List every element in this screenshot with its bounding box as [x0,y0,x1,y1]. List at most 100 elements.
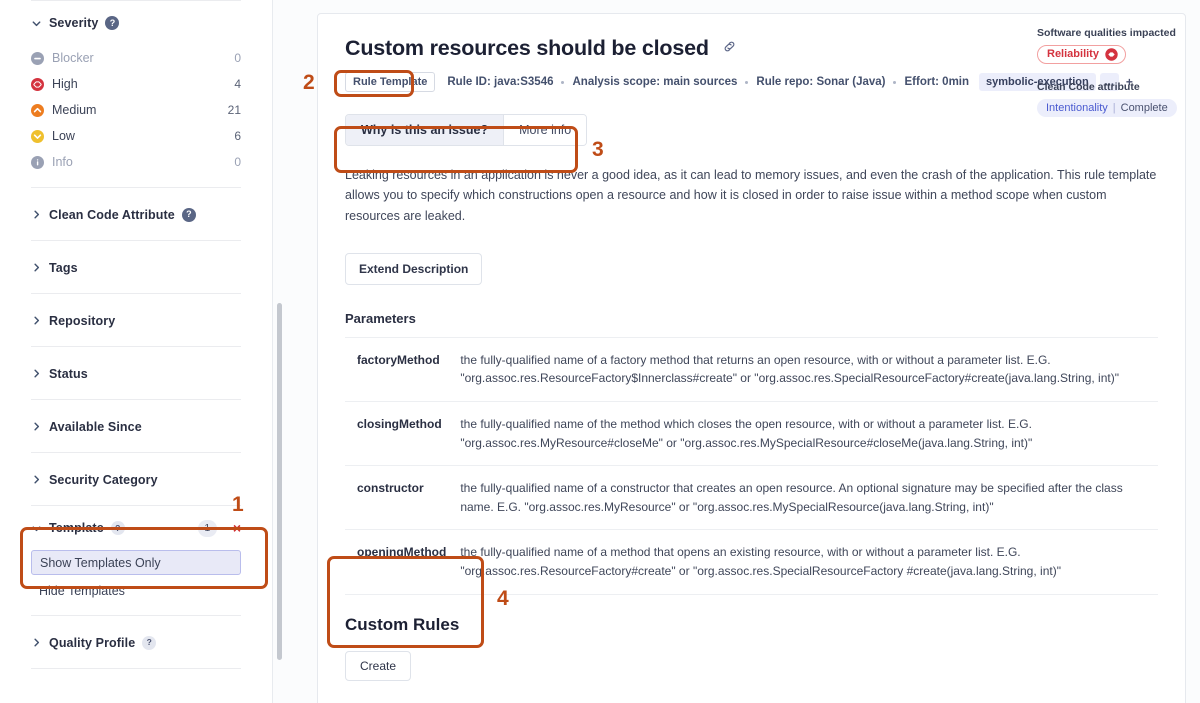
severity-info-count: 0 [234,155,241,169]
template-option-show-templates-only[interactable]: Show Templates Only [31,550,241,575]
severity-options: Blocker 0 High 4 Medium 21 Low 6 Info 0 [31,45,241,187]
facet-severity: Severity ? Blocker 0 High 4 Medium 21 Lo… [31,0,241,187]
facet-status: Status [31,346,241,399]
chevron-down-icon [31,18,42,29]
facet-clean-code-attribute-label: Clean Code Attribute [49,207,175,222]
help-icon[interactable]: ? [142,635,157,650]
reliability-label: Reliability [1047,48,1099,60]
annotation-number-1: 1 [232,493,244,516]
chevron-right-icon [31,262,42,273]
tab-more-info[interactable]: More info [503,115,587,145]
facet-tags-header[interactable]: Tags [31,241,241,294]
annotation-number-4: 4 [497,587,509,610]
filters-sidebar: Severity ? Blocker 0 High 4 Medium 21 Lo… [0,0,273,703]
chevron-right-icon [31,421,42,432]
sidebar-scrollbar[interactable] [277,303,282,660]
clear-filter-icon[interactable]: × [233,521,241,535]
rules-page: Severity ? Blocker 0 High 4 Medium 21 Lo… [0,0,1200,703]
parameter-key: openingMethod [357,545,447,560]
facet-quality-profile: Quality Profile ? [31,615,241,668]
severity-blocker-icon [31,51,44,65]
chevron-right-icon [31,474,42,485]
severity-high-icon [1105,47,1118,61]
facet-repository-label: Repository [49,313,116,328]
clean-code-separator: | [1112,101,1116,114]
chevron-down-icon [31,523,42,534]
facet-template: Template ? 1 × Show Templates Only Hide … [31,505,241,615]
table-row: openingMethod the fully-qualified name o… [345,529,1158,594]
severity-medium-count: 21 [227,103,241,117]
severity-option-high[interactable]: High 4 [31,71,241,97]
parameter-key: constructor [357,481,424,496]
link-icon[interactable] [722,39,737,59]
parameter-key: factoryMethod [357,352,440,367]
facet-repository-header[interactable]: Repository [31,294,241,347]
facet-list-end-divider [31,668,241,690]
severity-info-icon [31,155,44,169]
rule-id: Rule ID: java:S3546 [447,76,554,88]
facet-security-category-header[interactable]: Security Category [31,453,241,506]
clean-code-primary: Intentionality [1046,101,1108,114]
extend-description-row: Extend Description [345,252,1158,285]
create-button[interactable]: Create [345,650,412,681]
rule-description: Leaking resources in an application is n… [345,168,1157,223]
facet-tags-label: Tags [49,260,78,275]
rule-detail-panel: Software qualities impacted Reliability … [273,0,1200,703]
severity-low-count: 6 [234,129,241,143]
help-icon[interactable]: ? [110,521,125,535]
table-row: factoryMethod the fully-qualified name o… [345,337,1158,401]
clean-code-secondary: Complete [1120,101,1168,114]
clean-code-attribute-badge[interactable]: Intentionality | Complete [1037,98,1177,117]
analysis-scope: Analysis scope: main sources [572,76,738,88]
template-options: Show Templates Only Hide Templates [31,550,241,615]
parameters-heading: Parameters [345,310,416,326]
page-title: Custom resources should be closed [345,36,709,60]
template-option-label: Show Templates Only [40,555,161,570]
severity-option-blocker[interactable]: Blocker 0 [31,45,241,71]
status-badge-reliability[interactable]: Reliability [1037,44,1126,64]
facet-template-count-badge: 1 [197,519,217,537]
facet-severity-header[interactable]: Severity ? [31,1,241,45]
help-icon[interactable]: ? [105,16,120,30]
annotation-number-2: 2 [303,71,315,94]
facet-template-label: Template [49,521,104,535]
severity-high-icon [31,77,44,91]
separator-dot [561,80,565,84]
severity-low-label: Low [52,129,75,143]
clean-code-attribute-label: Clean Code attribute [1037,80,1140,93]
severity-high-label: High [52,77,78,91]
facet-repository: Repository [31,293,241,346]
facet-status-label: Status [49,366,88,381]
rule-template-badge: Rule Template [345,72,436,92]
rule-card: Software qualities impacted Reliability … [317,13,1186,703]
facet-quality-profile-header[interactable]: Quality Profile ? [31,616,241,669]
custom-rules-heading: Custom Rules [345,614,460,634]
tab-why-is-this-an-issue[interactable]: Why is this an issue? [346,115,504,145]
facet-status-header[interactable]: Status [31,347,241,400]
severity-option-info[interactable]: Info 0 [31,149,241,175]
template-option-label: Hide Templates [39,583,125,598]
facet-quality-profile-label: Quality Profile [49,635,136,650]
severity-option-low[interactable]: Low 6 [31,123,241,149]
facet-clean-code-attribute-header[interactable]: Clean Code Attribute ? [31,188,241,241]
template-option-hide-templates[interactable]: Hide Templates [31,578,241,603]
effort: Effort: 0min [904,76,970,88]
parameter-description: the fully-qualified name of a constructo… [460,481,1123,514]
facet-available-since-header[interactable]: Available Since [31,400,241,453]
severity-option-medium[interactable]: Medium 21 [31,97,241,123]
extend-description-button[interactable]: Extend Description [345,252,483,285]
facet-available-since: Available Since [31,399,241,452]
chevron-right-icon [31,368,42,379]
severity-blocker-count: 0 [234,51,241,65]
severity-medium-icon [31,103,44,117]
rule-repo: Rule repo: Sonar (Java) [756,76,886,88]
chevron-right-icon [31,209,42,220]
rule-tabs: Why is this an issue? More info [345,114,588,146]
separator-dot [745,80,749,84]
chevron-right-icon [31,637,42,648]
chevron-right-icon [31,315,42,326]
severity-medium-label: Medium [52,103,97,117]
help-icon[interactable]: ? [181,207,196,222]
facet-template-header[interactable]: Template ? 1 × [31,506,241,550]
parameters-table: factoryMethod the fully-qualified name o… [345,337,1158,595]
